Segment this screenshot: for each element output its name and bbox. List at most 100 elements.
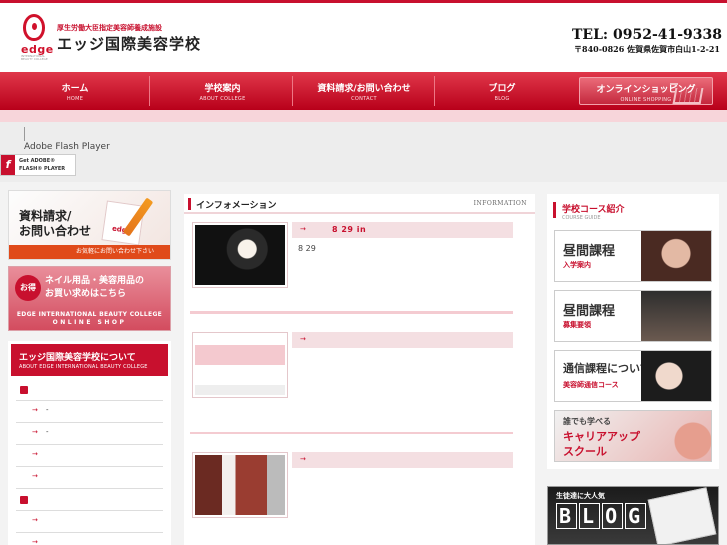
about-category[interactable] <box>16 379 163 401</box>
arrow-right-icon: → <box>32 406 38 414</box>
nav-separator <box>434 76 435 106</box>
course-guide-title-en: COURSE GUIDE <box>562 215 601 221</box>
nav-sublabel: CONTACT <box>351 96 377 102</box>
news-title-bar[interactable]: → 8 29 in <box>292 222 513 238</box>
course-subtitle: 募集要領 <box>563 321 591 329</box>
school-name: エッジ国際美容学校 <box>57 35 202 53</box>
career-up-school-banner[interactable]: 誰でも学べる キャリアアップ スクール <box>554 410 712 462</box>
course-photo <box>641 351 711 401</box>
nav-about[interactable]: 学校案内 ABOUT COLLEGE <box>155 72 290 110</box>
arrow-right-icon: → <box>32 516 38 524</box>
about-item-label: - <box>46 428 49 436</box>
course-day-admission[interactable]: 昼間課程 入学案内 <box>554 230 712 282</box>
heading-mark <box>188 198 191 210</box>
about-link[interactable]: → <box>16 467 163 489</box>
deal-badge: お得 <box>15 275 41 301</box>
course-guide-header: 学校コース紹介 COURSE GUIDE <box>553 200 713 224</box>
career-big-text2: スクール <box>563 445 607 458</box>
get-flash-player-button[interactable]: f Get ADOBE® FLASH® PLAYER <box>0 154 76 176</box>
news-title-bar[interactable]: → <box>292 452 513 468</box>
blog-letters: BLOG <box>556 503 648 529</box>
flash-badge-line1: Get ADOBE® <box>19 158 56 164</box>
news-thumbnail[interactable] <box>192 452 288 518</box>
information-title-en: INFORMATION <box>473 200 527 207</box>
course-guide: 学校コース紹介 COURSE GUIDE 昼間課程 入学案内 昼間課程 募集要領… <box>547 194 719 469</box>
blog-banner[interactable]: 生徒達に大人気 BLOG <box>547 486 719 545</box>
header-top-line <box>0 0 727 3</box>
course-correspondence[interactable]: 通信課程について 美容師通信コース <box>554 350 712 402</box>
online-shop-banner[interactable]: お得 ネイル用品・美容用品の お買い求めはこちら EDGE INTERNATIO… <box>8 266 171 331</box>
course-guide-title: 学校コース紹介 <box>562 205 625 215</box>
heading-mark <box>553 202 556 218</box>
request-info-banner[interactable]: 資料請求/ お問い合わせ お気軽にお問い合わせ下さい <box>8 190 171 260</box>
news-photo <box>195 335 285 395</box>
shop-line4: ONLINE SHOP <box>52 319 127 326</box>
course-day-recruitment[interactable]: 昼間課程 募集要領 <box>554 290 712 342</box>
nav-separator <box>149 76 150 106</box>
course-photo <box>641 231 711 281</box>
about-link[interactable]: → - <box>16 423 163 445</box>
nav-sublabel: HOME <box>66 96 84 102</box>
about-link[interactable]: → <box>16 445 163 467</box>
about-category[interactable] <box>16 489 163 511</box>
nav-contact[interactable]: 資料請求/お問い合わせ CONTACT <box>295 72 433 110</box>
request-line2: お問い合わせ <box>19 224 92 238</box>
arrow-right-icon: → <box>300 455 306 463</box>
school-address: 〒840-0826 佐賀県佐賀市白山1-2-21 <box>574 44 720 54</box>
blog-tag: 生徒達に大人気 <box>556 492 605 500</box>
news-title-bar[interactable]: → <box>292 332 513 348</box>
flash-divider <box>24 127 25 141</box>
nav-home[interactable]: ホーム HOME <box>10 72 140 110</box>
about-link[interactable]: → <box>16 533 163 545</box>
news-photo <box>195 455 285 515</box>
arrow-right-icon: → <box>300 335 306 343</box>
about-panel: エッジ国際美容学校について ABOUT EDGE INTERNATIONAL B… <box>8 341 171 545</box>
about-link[interactable]: → <box>16 511 163 533</box>
nav-separator <box>292 76 293 106</box>
designation-text: 厚生労働大臣指定美容師養成施設 <box>57 24 162 32</box>
news-date: 8 29 <box>298 244 316 253</box>
blog-paper-image <box>647 487 717 544</box>
telephone-number: TEL: 0952-41-9338 <box>572 27 723 43</box>
about-link[interactable]: → - <box>16 401 163 423</box>
news-divider <box>190 432 513 434</box>
blog-letter: L <box>579 503 601 529</box>
course-subtitle: 入学案内 <box>563 261 591 269</box>
about-subtitle: ABOUT EDGE INTERNATIONAL BEAUTY COLLEGE <box>19 364 148 370</box>
nav-sublabel: BLOG <box>494 96 510 102</box>
arrow-right-icon: → <box>32 450 38 458</box>
news-thumbnail[interactable] <box>192 332 288 398</box>
information-header: インフォメーション INFORMATION <box>184 194 535 214</box>
arrow-right-icon: → <box>300 225 306 233</box>
nav-blog[interactable]: ブログ BLOG <box>438 72 566 110</box>
arrow-right-icon: → <box>32 428 38 436</box>
news-thumbnail[interactable] <box>192 222 288 288</box>
request-line1: 資料請求/ <box>19 209 72 223</box>
blog-letter: B <box>556 503 578 529</box>
course-title: 昼間課程 <box>563 244 616 259</box>
nav-label: 学校案内 <box>204 84 241 94</box>
edge-logo[interactable]: edge INTERNATIONAL BEAUTY COLLEGE <box>21 14 53 62</box>
shop-line3: EDGE INTERNATIONAL BEAUTY COLLEGE <box>16 311 163 318</box>
blog-letter: G <box>625 503 647 529</box>
news-divider <box>190 311 513 314</box>
information-section: インフォメーション INFORMATION → 8 29 in 8 29 → → <box>184 194 535 545</box>
about-header: エッジ国際美容学校について ABOUT EDGE INTERNATIONAL B… <box>11 344 168 376</box>
flash-icon: f <box>1 155 15 175</box>
about-list: → - → - → → → → <box>16 379 163 545</box>
shopping-cart-icon <box>670 80 706 110</box>
request-bar-text: お気軽にお問い合わせ下さい <box>9 245 170 259</box>
nav-underline-band <box>0 110 727 122</box>
category-square-icon <box>20 496 28 504</box>
course-title: 通信課程について <box>563 362 651 375</box>
nav-label: ホーム <box>61 84 89 94</box>
news-photo <box>195 225 285 285</box>
nav-online-shopping[interactable]: オンラインショッピング ONLINE SHOPPING <box>579 77 713 105</box>
arrow-right-icon: → <box>32 538 38 545</box>
course-photo <box>641 291 711 341</box>
flash-label: Adobe Flash Player <box>24 142 110 152</box>
logo-subtitle: INTERNATIONAL BEAUTY COLLEGE <box>21 54 48 61</box>
shop-line1: ネイル用品・美容用品の <box>45 276 145 286</box>
about-item-label: - <box>46 406 49 414</box>
shop-line2: お買い求めはこちら <box>45 289 127 299</box>
